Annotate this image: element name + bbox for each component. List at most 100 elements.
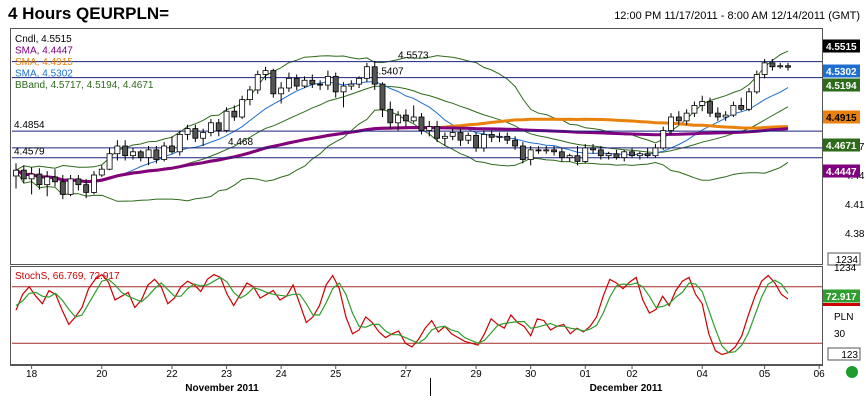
price-panel-frame — [10, 28, 823, 265]
y-tick-label: PLN — [834, 312, 853, 323]
candle-body — [130, 151, 136, 157]
candle-body — [247, 89, 253, 101]
candle-body — [285, 77, 292, 89]
x-tick-label: 25 — [330, 369, 342, 380]
level-label: 4.468 — [228, 137, 253, 148]
candle-body — [106, 153, 113, 170]
candle-body — [36, 173, 43, 186]
candle-body — [699, 101, 706, 106]
candle-body — [504, 135, 511, 141]
candle-body — [785, 65, 791, 68]
candle-body — [519, 145, 526, 160]
candle-body — [426, 126, 433, 131]
candle-body — [309, 79, 316, 85]
y-tick-label: 123 — [841, 350, 858, 361]
level-label: 4.4854 — [14, 120, 45, 131]
status-indicator-icon[interactable] — [846, 366, 858, 378]
candle-body — [44, 176, 51, 186]
month-label: November 2011 — [185, 383, 259, 394]
candle-body — [473, 134, 480, 149]
candle-body — [208, 122, 214, 133]
candle-body — [192, 128, 199, 139]
price-marker-label: 4.5302 — [826, 67, 857, 78]
legend-item: SMA, 4.5302 — [15, 69, 73, 80]
candle-body — [395, 114, 402, 124]
candle-body — [215, 122, 222, 131]
y-tick-label: 4.41 — [845, 200, 865, 211]
chart-canvas: 4.5573 4.5407 4.4854 4.468 4.4579 Cndl, 4.55… — [10, 28, 865, 396]
candle-body — [270, 70, 277, 95]
candle-body — [434, 126, 441, 139]
legend-item: StochS, 66.769, 72.917 — [15, 271, 120, 282]
candle-body — [231, 110, 238, 118]
x-tick-label: 05 — [759, 369, 771, 380]
candle-body — [746, 91, 752, 110]
candle-body — [410, 116, 417, 122]
candle-body — [730, 105, 737, 116]
candle-body — [465, 134, 472, 141]
candle-body — [161, 145, 168, 160]
candle-body — [761, 62, 768, 75]
candle-body — [402, 114, 409, 122]
candle-body — [769, 62, 776, 68]
candle-body — [67, 178, 74, 195]
candle-body — [707, 101, 713, 114]
candle-body — [691, 105, 698, 114]
candle-body — [169, 145, 175, 153]
candle-body — [753, 74, 760, 93]
x-tick-label: 18 — [26, 369, 38, 380]
month-label: December 2011 — [590, 383, 663, 394]
candle-body — [340, 85, 347, 93]
candle-body — [13, 169, 19, 177]
candle-body — [590, 147, 596, 151]
x-tick-label: 01 — [580, 369, 592, 380]
candle-body — [683, 112, 690, 122]
candle-body — [114, 145, 121, 155]
candle-body — [75, 178, 82, 186]
candle-body — [356, 77, 363, 85]
x-tick-label: 04 — [697, 369, 709, 380]
price-marker-label: 4.5194 — [826, 81, 857, 92]
candle-body — [668, 116, 674, 131]
x-tick-label: 06 — [814, 369, 826, 380]
candle-body — [449, 132, 456, 137]
candle-body — [675, 116, 682, 122]
x-tick-label: 02 — [626, 369, 638, 380]
candle-body — [457, 132, 464, 141]
candle-body — [613, 153, 620, 159]
candle-body — [98, 168, 105, 176]
x-tick-label: 22 — [166, 369, 178, 380]
legend-item: SMA, 4.4447 — [15, 46, 73, 57]
y-axis: 4.54.474.444.414.3812344.55154.53024.519… — [823, 39, 865, 361]
candle-body — [512, 139, 519, 147]
x-tick-label: 29 — [471, 369, 483, 380]
y-tick-label: 4.38 — [845, 229, 865, 240]
candle-body — [317, 83, 324, 86]
x-axis: 1820222324252729300102040506070809111314… — [26, 365, 826, 394]
candle-body — [558, 151, 565, 159]
candle-body — [597, 149, 604, 157]
candle-body — [262, 70, 269, 75]
legend-item: BBand, 4.5717, 4.5194, 4.4671 — [15, 80, 154, 91]
candle-body — [605, 153, 612, 157]
candle-body — [153, 149, 160, 160]
level-label: 4.5573 — [398, 51, 429, 62]
candle-body — [278, 87, 285, 95]
legend-item: Cndl, 4.5515 — [15, 34, 72, 45]
candle-body — [621, 151, 628, 159]
candle-body — [644, 153, 651, 157]
x-tick-label: 24 — [276, 369, 288, 380]
y-tick-label: 1234 — [834, 263, 857, 274]
candle-body — [496, 135, 503, 138]
price-marker-label: 4.5515 — [826, 42, 857, 53]
candle-body — [59, 181, 66, 195]
candle-body — [636, 153, 643, 157]
candle-body — [714, 112, 721, 118]
candle-body — [176, 133, 183, 153]
x-tick-label: 27 — [400, 369, 412, 380]
x-tick-label: 23 — [221, 369, 233, 380]
candle-body — [574, 155, 581, 162]
candle-body — [551, 149, 557, 153]
candle-body — [137, 151, 144, 159]
candle-body — [52, 176, 58, 183]
